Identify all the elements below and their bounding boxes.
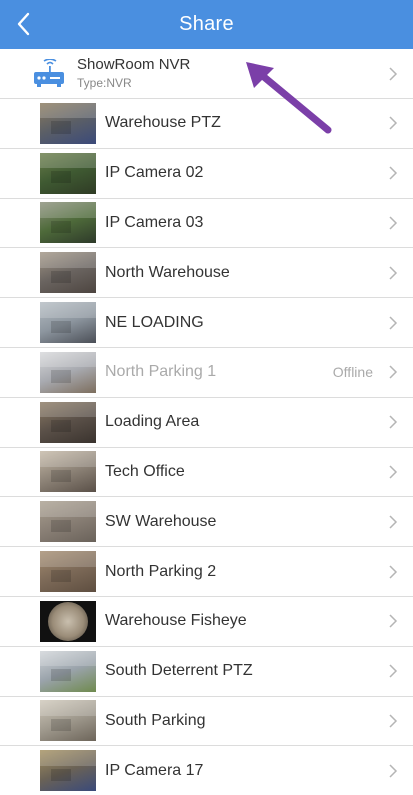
chevron-right-icon	[389, 465, 398, 479]
camera-name: Loading Area	[105, 413, 200, 431]
camera-row[interactable]: South Parking	[0, 696, 413, 747]
chevron-right-icon	[389, 515, 398, 529]
camera-thumbnail	[40, 600, 96, 642]
camera-name: South Deterrent PTZ	[105, 662, 253, 680]
status-badge: Offline	[332, 364, 373, 381]
chevron-right-icon	[389, 415, 398, 429]
camera-name: SW Warehouse	[105, 512, 217, 530]
chevron-right-icon	[389, 216, 398, 230]
camera-row[interactable]: SW Warehouse	[0, 497, 413, 548]
camera-row[interactable]: NE LOADING	[0, 298, 413, 348]
chevron-right-icon	[389, 565, 398, 579]
nvr-device-icon	[34, 58, 64, 87]
camera-thumbnail	[40, 750, 96, 792]
camera-name: IP Camera 02	[105, 164, 204, 182]
chevron-right-icon	[389, 365, 398, 379]
camera-thumbnail	[40, 451, 96, 493]
nvr-row[interactable]: ShowRoom NVR Type:NVR	[0, 49, 413, 99]
device-list: ShowRoom NVR Type:NVR Warehouse PTZ IP Ca…	[0, 49, 413, 795]
camera-thumbnail	[40, 650, 96, 692]
camera-row[interactable]: Loading Area	[0, 397, 413, 448]
nvr-name: ShowRoom NVR	[77, 56, 191, 73]
chevron-right-icon	[389, 166, 398, 180]
page-title: Share	[179, 13, 234, 35]
camera-thumbnail	[40, 700, 96, 742]
chevron-right-icon	[389, 714, 398, 728]
camera-name: South Parking	[105, 711, 206, 729]
camera-thumbnail	[40, 202, 96, 244]
chevron-right-icon	[389, 316, 398, 330]
camera-name: NE LOADING	[105, 313, 204, 331]
chevron-right-icon	[389, 266, 398, 280]
camera-name: Warehouse Fisheye	[105, 612, 247, 630]
nvr-type: Type:NVR	[77, 76, 132, 90]
camera-thumbnail	[40, 551, 96, 593]
camera-thumbnail	[40, 501, 96, 543]
chevron-right-icon	[389, 66, 398, 81]
camera-name: IP Camera 03	[105, 213, 204, 231]
camera-thumbnail	[40, 152, 96, 194]
camera-name: North Parking 1	[105, 363, 217, 381]
camera-name: Tech Office	[105, 462, 185, 480]
camera-row[interactable]: IP Camera 17	[0, 746, 413, 795]
camera-row[interactable]: South Deterrent PTZ	[0, 646, 413, 697]
camera-thumbnail	[40, 401, 96, 443]
app-header: Share	[0, 0, 413, 49]
chevron-right-icon	[389, 664, 398, 678]
camera-thumbnail	[40, 252, 96, 294]
back-button[interactable]	[8, 8, 40, 40]
camera-row[interactable]: Tech Office	[0, 447, 413, 498]
camera-thumbnail	[40, 302, 96, 344]
chevron-right-icon	[389, 116, 398, 130]
camera-row[interactable]: IP Camera 03	[0, 198, 413, 249]
camera-name: North Warehouse	[105, 263, 230, 281]
chevron-left-icon	[17, 12, 30, 36]
camera-row[interactable]: North Parking 1 Offline	[0, 347, 413, 398]
chevron-right-icon	[389, 614, 398, 628]
camera-name: Warehouse PTZ	[105, 114, 221, 132]
chevron-right-icon	[389, 764, 398, 778]
camera-row[interactable]: North Warehouse	[0, 248, 413, 299]
camera-thumbnail	[40, 102, 96, 144]
camera-thumbnail	[40, 351, 96, 393]
camera-row[interactable]: Warehouse Fisheye	[0, 596, 413, 647]
camera-row[interactable]: Warehouse PTZ	[0, 99, 413, 149]
camera-name: IP Camera 17	[105, 761, 204, 779]
camera-name: North Parking 2	[105, 562, 217, 580]
camera-row[interactable]: IP Camera 02	[0, 148, 413, 199]
camera-row[interactable]: North Parking 2	[0, 547, 413, 597]
